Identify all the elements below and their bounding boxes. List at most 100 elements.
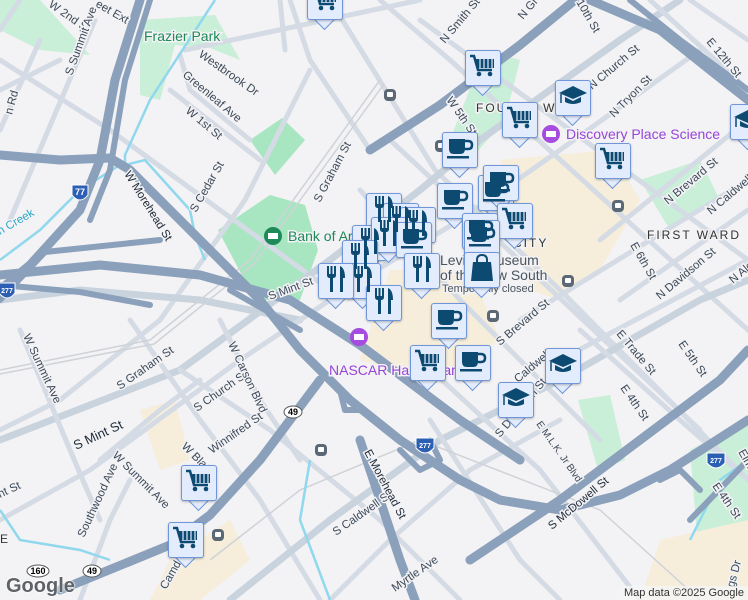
marker-body <box>545 348 581 384</box>
frazier-park-label: Frazier Park <box>144 28 221 44</box>
marker-body <box>366 285 402 321</box>
graduation-cap-marker[interactable] <box>555 80 591 127</box>
graduation-cap-icon <box>548 352 578 381</box>
stadium-icon[interactable] <box>264 227 282 245</box>
coffee-marker[interactable] <box>455 345 491 392</box>
shopping-bag-marker[interactable] <box>464 252 500 299</box>
cart-marker[interactable] <box>465 50 501 97</box>
restaurant-marker[interactable] <box>318 263 354 310</box>
coffee-icon <box>441 187 469 216</box>
cart-marker[interactable] <box>595 143 631 190</box>
coffee-marker[interactable] <box>431 303 467 350</box>
coffee-icon <box>446 136 474 165</box>
map-attribution[interactable]: Map data ©2025 Google <box>619 586 748 600</box>
svg-text:277: 277 <box>710 458 722 465</box>
discovery-place-label[interactable]: Discovery Place Science <box>565 125 722 144</box>
graduation-cap-icon <box>558 84 588 113</box>
graduation-cap-marker[interactable] <box>498 382 534 429</box>
restaurant-icon <box>410 255 434 288</box>
cart-marker[interactable] <box>181 465 217 512</box>
street-label: S Cedar St <box>188 159 227 214</box>
interstate-shield: 77 <box>71 184 89 201</box>
svg-text:49: 49 <box>87 566 97 576</box>
street-label: N Tryon St <box>608 73 655 120</box>
svg-text:49: 49 <box>288 407 298 417</box>
marker-body <box>464 252 500 288</box>
marker-body <box>442 132 478 168</box>
coffee-icon <box>459 349 487 378</box>
street-label: S Graham St <box>312 139 354 204</box>
creek-label: n Creek <box>0 207 37 238</box>
google-logo: Google <box>6 575 75 598</box>
state-route-shield: 49 <box>283 405 303 419</box>
transit-station-icon[interactable] <box>315 444 327 456</box>
museum-icon[interactable] <box>542 125 560 143</box>
cart-icon <box>469 53 497 84</box>
transit-station-icon[interactable] <box>384 89 396 101</box>
marker-body <box>502 102 538 138</box>
transit-station-icon[interactable] <box>212 529 224 541</box>
svg-text:277: 277 <box>419 443 431 450</box>
marker-body <box>730 104 748 140</box>
street-label: N Gr <box>516 0 541 22</box>
marker-body <box>555 80 591 116</box>
field-area <box>250 118 305 175</box>
street-label: nt St <box>0 480 23 501</box>
coffee-icon <box>435 307 463 336</box>
street-label: n Rd <box>3 89 21 116</box>
cart-marker[interactable] <box>497 203 533 250</box>
coffee-icon <box>468 224 496 253</box>
cart-icon <box>185 468 213 499</box>
cart-icon <box>311 0 339 18</box>
cart-icon <box>506 105 534 136</box>
restaurant-icon <box>372 287 396 320</box>
street-label: N Smith St <box>438 0 483 46</box>
cart-icon <box>501 206 529 237</box>
coffee-marker[interactable] <box>442 132 478 179</box>
transit-station-icon[interactable] <box>562 275 574 287</box>
marker-body <box>497 203 533 239</box>
street-label: S Brevard St <box>494 297 552 349</box>
marker-body <box>464 220 500 256</box>
cart-marker[interactable] <box>502 102 538 149</box>
restaurant-marker[interactable] <box>404 253 440 300</box>
transit-station-icon[interactable] <box>487 310 499 322</box>
marker-body <box>465 50 501 86</box>
coffee-icon <box>400 226 428 255</box>
svg-text:77: 77 <box>75 187 85 197</box>
street-label: Winnifred St <box>207 410 266 456</box>
marker-body <box>307 0 343 20</box>
transit-station-icon[interactable] <box>612 200 624 212</box>
marker-body <box>181 465 217 501</box>
graduation-cap-icon <box>733 108 748 137</box>
restaurant-icon <box>324 265 348 298</box>
street-label: E 5th St <box>676 339 710 380</box>
interstate-shield: 277 <box>706 452 726 469</box>
state-route-shield: 49 <box>82 564 102 578</box>
shopping-bag-icon <box>470 253 494 287</box>
downtown-area <box>140 400 190 470</box>
marker-body <box>498 382 534 418</box>
graduation-cap-marker[interactable] <box>730 104 748 151</box>
cart-icon <box>414 348 442 379</box>
cart-marker[interactable] <box>307 0 343 31</box>
neighborhood-label: E <box>0 532 10 546</box>
graduation-cap-icon <box>501 386 531 415</box>
restaurant-marker[interactable] <box>366 285 402 332</box>
cart-icon <box>172 525 200 556</box>
marker-body <box>410 345 446 381</box>
neighborhood-label: FIRST WARD <box>647 228 741 242</box>
marker-body <box>595 143 631 179</box>
marker-body <box>455 345 491 381</box>
graduation-cap-marker[interactable] <box>545 348 581 395</box>
marker-body <box>168 522 204 558</box>
marker-body <box>431 303 467 339</box>
nascar-hall-label[interactable]: NASCAR Hall of Fame <box>328 361 473 380</box>
cart-icon <box>599 146 627 177</box>
cart-marker[interactable] <box>410 345 446 392</box>
interstate-shield: 277 <box>415 437 435 454</box>
svg-text:277: 277 <box>1 288 13 295</box>
cart-marker[interactable] <box>168 522 204 569</box>
interstate-shield: 277 <box>0 282 16 299</box>
street-label: eet Ext <box>94 0 132 27</box>
